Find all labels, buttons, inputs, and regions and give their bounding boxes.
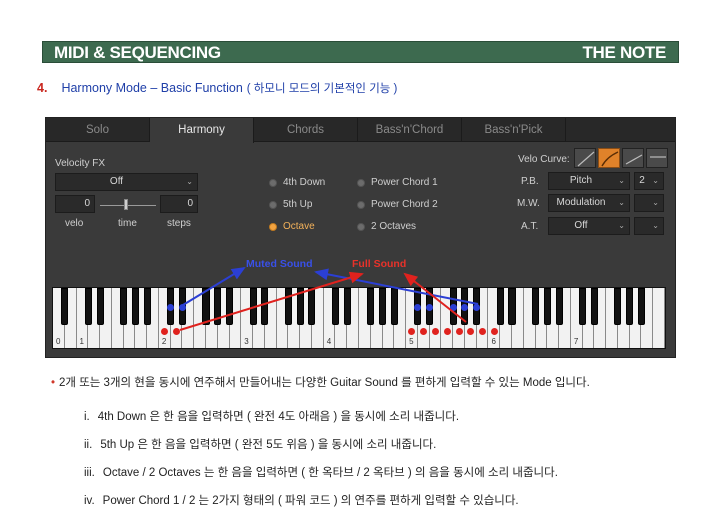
list-item-number: i. bbox=[84, 411, 90, 423]
list-item: ii. 5th Up 은 한 음을 입력하면 ( 완전 5도 위음 ) 을 동시에… bbox=[84, 438, 436, 452]
list-item: iii. Octave / 2 Octaves 는 한 음을 입력하면 ( 한 옥… bbox=[84, 466, 558, 480]
list-item-number: iv. bbox=[84, 495, 95, 507]
muted-arrow-left bbox=[182, 266, 246, 306]
list-item-text: 4th Down 은 한 음을 입력하면 ( 완전 4도 아래음 ) 을 동시에… bbox=[97, 411, 460, 423]
bullet-text: 2개 또는 3개의 현을 동시에 연주해서 만들어내는 다양한 Guitar S… bbox=[59, 377, 590, 389]
full-arrow-right bbox=[403, 272, 467, 323]
list-item-text: Octave / 2 Octaves 는 한 음을 입력하면 ( 한 옥타브 /… bbox=[102, 467, 558, 479]
list-item-text: Power Chord 1 / 2 는 2가지 형태의 ( 파워 코드 ) 의 … bbox=[102, 495, 519, 507]
bullet-dot-icon: • bbox=[51, 377, 56, 389]
list-item-number: iii. bbox=[84, 467, 95, 479]
list-item-text: 5th Up 은 한 음을 입력하면 ( 완전 5도 위음 ) 을 동시에 소리… bbox=[100, 439, 437, 451]
list-item: iv. Power Chord 1 / 2 는 2가지 형태의 ( 파워 코드 )… bbox=[84, 494, 519, 508]
list-item: i. 4th Down 은 한 음을 입력하면 ( 완전 4도 아래음 ) 을 동… bbox=[84, 410, 459, 424]
list-item-number: ii. bbox=[84, 439, 93, 451]
muted-arrow-right bbox=[314, 268, 479, 305]
description-bullet: • 2개 또는 3개의 현을 동시에 연주해서 만들어내는 다양한 Guitar … bbox=[51, 376, 590, 390]
full-arrow-left bbox=[179, 271, 364, 331]
